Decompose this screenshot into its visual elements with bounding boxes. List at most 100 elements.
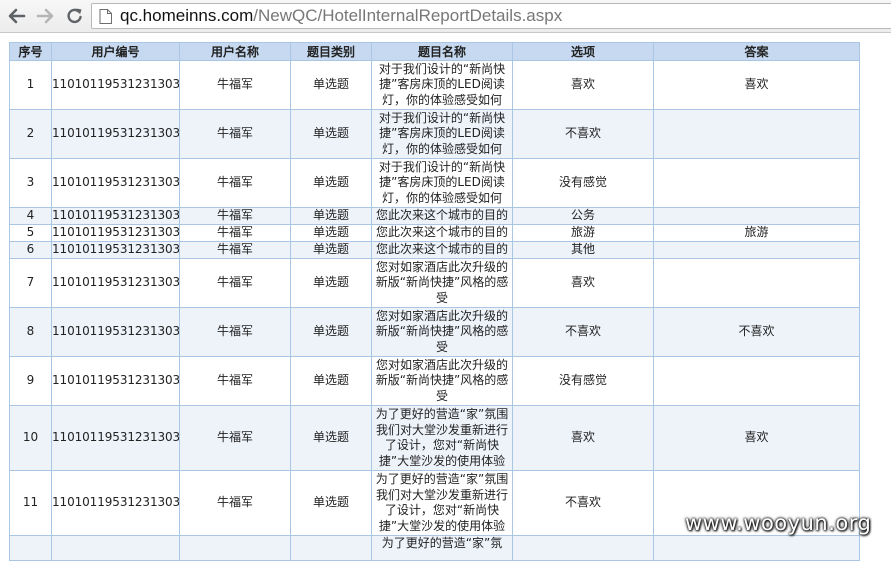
- cell-option: 其他: [512, 241, 654, 259]
- cell-no: 1: [9, 60, 52, 110]
- cell-user-name: 牛福军: [179, 207, 291, 225]
- arrow-left-icon: [8, 8, 26, 24]
- cell-user-name: 牛福军: [179, 258, 291, 308]
- cell-user-id: [51, 535, 180, 561]
- cell-question: 您对如家酒店此次升级的新版“新尚快捷”风格的感受: [371, 258, 513, 308]
- cell-question: 您对如家酒店此次升级的新版“新尚快捷”风格的感受: [371, 356, 513, 406]
- cell-answer: [653, 241, 860, 259]
- back-button[interactable]: [6, 5, 28, 27]
- address-bar[interactable]: qc.homeinns.com/NewQC/HotelInternalRepor…: [91, 3, 891, 29]
- url-host: qc.homeinns.com: [120, 6, 254, 25]
- cell-no: 11: [9, 470, 52, 536]
- cell-no: 6: [9, 241, 52, 259]
- header-question: 题目名称: [371, 42, 513, 61]
- cell-option: 喜欢: [512, 60, 654, 110]
- table-row: 为了更好的营造“家”氛: [9, 535, 860, 561]
- cell-question: 为了更好的营造“家”氛: [371, 535, 513, 561]
- cell-option: 不喜欢: [512, 109, 654, 159]
- cell-answer: [653, 258, 860, 308]
- cell-option: 旅游: [512, 224, 654, 242]
- cell-question: 为了更好的营造“家”氛围我们对大堂沙发重新进行了设计，您对“新尚快捷”大堂沙发的…: [371, 405, 513, 471]
- cell-answer: 旅游: [653, 224, 860, 242]
- table-row: 4 110101195312313031 牛福军 单选题 您此次来这个城市的目的…: [9, 207, 860, 225]
- cell-no: 4: [9, 207, 52, 225]
- cell-question: 对于我们设计的“新尚快捷”客房床顶的LED阅读灯，你的体验感受如何: [371, 109, 513, 159]
- table-row: 7 110101195312313031 牛福军 单选题 您对如家酒店此次升级的…: [9, 258, 860, 308]
- cell-category: 单选题: [290, 224, 372, 242]
- table-row: 5 110101195312313031 牛福军 单选题 您此次来这个城市的目的…: [9, 224, 860, 242]
- cell-category: 单选题: [290, 109, 372, 159]
- cell-option: 喜欢: [512, 258, 654, 308]
- cell-option: 不喜欢: [512, 470, 654, 536]
- cell-answer: [653, 535, 860, 561]
- cell-user-name: 牛福军: [179, 224, 291, 242]
- table-row: 9 110101195312313031 牛福军 单选题 您对如家酒店此次升级的…: [9, 356, 860, 406]
- cell-user-id: 110101195312313031: [51, 356, 180, 406]
- cell-user-id: 110101195312313031: [51, 158, 180, 208]
- cell-user-id: 110101195312313031: [51, 405, 180, 471]
- cell-question: 您此次来这个城市的目的: [371, 207, 513, 225]
- cell-no: 7: [9, 258, 52, 308]
- cell-category: 单选题: [290, 405, 372, 471]
- arrow-right-icon: [36, 8, 54, 24]
- cell-no: 2: [9, 109, 52, 159]
- cell-answer: [653, 356, 860, 406]
- cell-option: 没有感觉: [512, 356, 654, 406]
- url-path: /NewQC/HotelInternalReportDetails.aspx: [253, 6, 563, 25]
- cell-user-id: 110101195312313031: [51, 470, 180, 536]
- cell-user-id: 110101195312313031: [51, 109, 180, 159]
- cell-user-id: 110101195312313031: [51, 207, 180, 225]
- cell-option: 公务: [512, 207, 654, 225]
- cell-answer: [653, 109, 860, 159]
- cell-user-name: 牛福军: [179, 405, 291, 471]
- cell-category: 单选题: [290, 470, 372, 536]
- cell-question: 您对如家酒店此次升级的新版“新尚快捷”风格的感受: [371, 307, 513, 357]
- cell-no: 9: [9, 356, 52, 406]
- header-user-name: 用户名称: [179, 42, 291, 61]
- forward-button[interactable]: [34, 5, 56, 27]
- cell-no: 10: [9, 405, 52, 471]
- cell-user-id: 110101195312313031: [51, 224, 180, 242]
- cell-user-id: 110101195312313031: [51, 241, 180, 259]
- cell-category: 单选题: [290, 207, 372, 225]
- cell-category: 单选题: [290, 241, 372, 259]
- cell-option: [512, 535, 654, 561]
- cell-answer: [653, 207, 860, 225]
- table-row: 3 110101195312313031 牛福军 单选题 对于我们设计的“新尚快…: [9, 158, 860, 208]
- report-table: 序号 用户编号 用户名称 题目类别 题目名称 选项 答案 1 110101195…: [9, 42, 860, 561]
- table-row: 2 110101195312313031 牛福军 单选题 对于我们设计的“新尚快…: [9, 109, 860, 159]
- cell-user-name: 牛福军: [179, 307, 291, 357]
- cell-answer: 喜欢: [653, 60, 860, 110]
- cell-question: 对于我们设计的“新尚快捷”客房床顶的LED阅读灯，你的体验感受如何: [371, 158, 513, 208]
- cell-user-name: 牛福军: [179, 470, 291, 536]
- cell-answer: 喜欢: [653, 405, 860, 471]
- page-icon: [99, 9, 112, 24]
- watermark: www.wooyun.org: [685, 511, 872, 535]
- header-answer: 答案: [653, 42, 860, 61]
- header-category: 题目类别: [290, 42, 372, 61]
- cell-user-id: 110101195312313031: [51, 60, 180, 110]
- cell-user-name: 牛福军: [179, 60, 291, 110]
- reload-button[interactable]: [64, 5, 86, 27]
- cell-answer: 不喜欢: [653, 307, 860, 357]
- cell-user-name: 牛福军: [179, 241, 291, 259]
- cell-category: 单选题: [290, 307, 372, 357]
- cell-question: 您此次来这个城市的目的: [371, 224, 513, 242]
- cell-no: 8: [9, 307, 52, 357]
- cell-no: 5: [9, 224, 52, 242]
- cell-user-id: 110101195312313031: [51, 307, 180, 357]
- cell-answer: [653, 158, 860, 208]
- table-header-row: 序号 用户编号 用户名称 题目类别 题目名称 选项 答案: [9, 42, 860, 61]
- header-option: 选项: [512, 42, 654, 61]
- url-text[interactable]: qc.homeinns.com/NewQC/HotelInternalRepor…: [120, 4, 562, 28]
- cell-user-name: 牛福军: [179, 109, 291, 159]
- cell-option: 喜欢: [512, 405, 654, 471]
- browser-toolbar: qc.homeinns.com/NewQC/HotelInternalRepor…: [0, 0, 891, 33]
- cell-option: 不喜欢: [512, 307, 654, 357]
- table-row: 1 110101195312313031 牛福军 单选题 对于我们设计的“新尚快…: [9, 60, 860, 110]
- cell-user-id: 110101195312313031: [51, 258, 180, 308]
- header-no: 序号: [9, 42, 52, 61]
- cell-no: 3: [9, 158, 52, 208]
- cell-category: 单选题: [290, 356, 372, 406]
- cell-user-name: 牛福军: [179, 356, 291, 406]
